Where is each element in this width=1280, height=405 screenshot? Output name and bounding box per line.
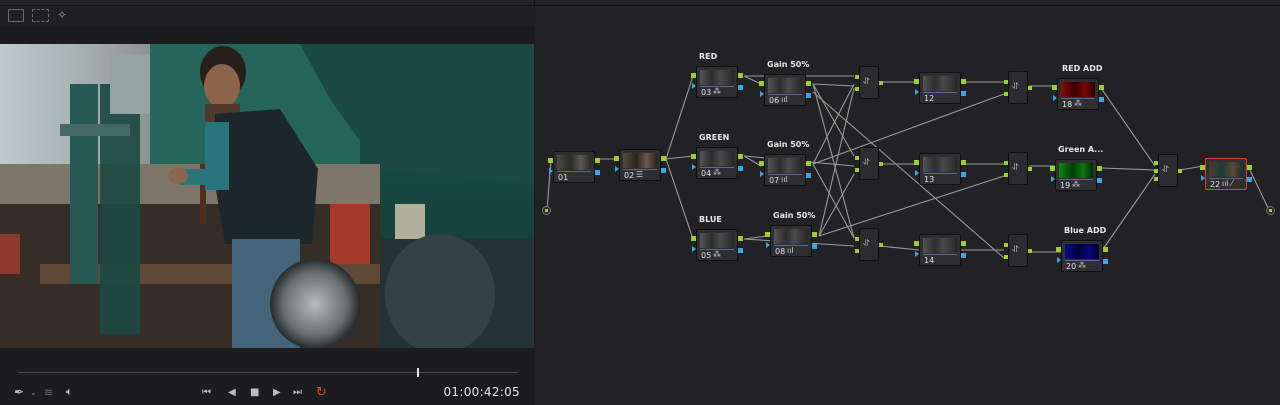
node-number: 20 <box>1066 262 1077 271</box>
stop-button[interactable]: ■ <box>250 383 259 401</box>
node-20-blue-add[interactable]: Blue ADD 20 ⁂ <box>1056 226 1108 272</box>
output-port[interactable] <box>1266 206 1275 215</box>
node-label: BLUE <box>699 215 722 224</box>
node-number: 18 <box>1062 100 1073 109</box>
node-label: Blue ADD <box>1064 226 1107 235</box>
magic-wand-icon[interactable]: ✧ <box>57 8 67 22</box>
node-graph-panel[interactable]: 01 02 ☰ RED 03 ⁂ GREEN 04 ⁂ BLUE 05 ⁂ Ga… <box>535 6 1280 405</box>
node-number: 01 <box>558 173 569 182</box>
node-number: 05 <box>701 251 712 260</box>
node-04-green[interactable]: GREEN 04 ⁂ <box>691 133 743 179</box>
mixer-node-green-add[interactable]: ⥯ <box>1004 152 1032 185</box>
node-number: 08 <box>775 247 786 256</box>
node-02[interactable]: 02 ☰ <box>614 149 666 181</box>
channel-mixer-icon: ⁂ <box>713 87 721 96</box>
node-number: 07 <box>769 176 780 185</box>
node-label: Gain 50% <box>773 211 816 220</box>
channel-mixer-icon: ⁂ <box>1078 261 1086 270</box>
mixer-node-green[interactable]: ⥯ <box>855 147 883 180</box>
last-frame-button[interactable]: ⏭ <box>293 383 302 401</box>
first-frame-button[interactable]: ⏮ <box>202 383 211 401</box>
video-frame <box>0 44 534 348</box>
video-image <box>0 44 534 348</box>
bars-icon: ııl <box>781 175 788 184</box>
node-label: Gain 50% <box>767 140 810 149</box>
node-07-gain[interactable]: Gain 50% 07 ııl <box>759 140 811 186</box>
channel-mixer-icon: ⁂ <box>713 250 721 259</box>
node-18-red-add[interactable]: RED ADD 18 ⁂ <box>1052 64 1104 110</box>
mixer-node-red-add[interactable]: ⥯ <box>1004 71 1032 104</box>
node-14[interactable]: 14 <box>914 234 966 266</box>
mixer-icon: ⥯ <box>863 158 870 168</box>
node-label: RED <box>699 52 718 61</box>
viewer-panel: ✧ ✒ ⌄ ≋ 🔈︎ ⏮ ◀ ■ ▶ ⏭ ↻ 01:00:42:05 <box>0 6 534 405</box>
source-input-port[interactable] <box>542 206 551 215</box>
node-connections <box>546 75 1270 259</box>
bars-icon: ııl <box>787 246 794 255</box>
list-icon: ☰ <box>636 170 644 179</box>
node-number: 03 <box>701 88 712 97</box>
timeline-scrubber[interactable] <box>0 356 534 377</box>
node-22-selected[interactable]: 22 ııl ⁄ <box>1200 158 1252 190</box>
node-number: 04 <box>701 169 712 178</box>
node-12[interactable]: 12 <box>914 72 966 104</box>
bars-curve-icon: ııl ⁄ <box>1222 179 1233 188</box>
node-label: Gain 50% <box>767 60 810 69</box>
channel-mixer-icon: ⁂ <box>713 168 721 177</box>
mixer-node-final[interactable]: ⥯ <box>1154 154 1182 187</box>
mixer-icon: ⥯ <box>863 77 870 87</box>
node-label: GREEN <box>699 133 730 142</box>
chevron-down-icon[interactable]: ⌄ <box>30 383 37 401</box>
play-button[interactable]: ▶ <box>273 383 281 401</box>
viewer-toolbar: ✧ <box>0 6 534 26</box>
node-08-gain[interactable]: Gain 50% 08 ııl <box>765 211 817 257</box>
mixer-icon: ⥯ <box>1012 245 1019 255</box>
channel-mixer-icon: ⁂ <box>1074 99 1082 108</box>
node-number: 13 <box>924 175 935 184</box>
color-picker-icon[interactable]: ✒ <box>14 383 24 401</box>
mixer-icon: ⥯ <box>1012 82 1019 92</box>
mixer-node-red[interactable]: ⥯ <box>855 66 883 99</box>
mixer-icon: ⥯ <box>1012 163 1019 173</box>
node-number: 02 <box>624 171 635 180</box>
node-number: 22 <box>1210 180 1221 189</box>
node-13[interactable]: 13 <box>914 153 966 185</box>
node-01[interactable]: 01 <box>548 151 600 183</box>
node-number: 19 <box>1060 181 1071 190</box>
viewer-grid-icon[interactable] <box>32 9 49 22</box>
mixer-icon: ⥯ <box>1162 165 1169 175</box>
node-number: 12 <box>924 94 935 103</box>
node-number: 06 <box>769 96 780 105</box>
mixer-node-blue-add[interactable]: ⥯ <box>1004 234 1032 267</box>
mixer-icon: ⥯ <box>863 239 870 249</box>
scrubber-track[interactable] <box>18 372 518 373</box>
speaker-icon[interactable]: 🔈︎ <box>66 383 73 401</box>
loop-button[interactable]: ↻ <box>316 383 327 401</box>
timecode-display: 01:00:42:05 <box>443 385 520 399</box>
node-number: 14 <box>924 256 935 265</box>
node-06-gain[interactable]: Gain 50% 06 ııl <box>759 60 811 106</box>
viewer-layout-icon[interactable] <box>8 9 24 22</box>
node-19-green-add[interactable]: Green A... 19 ⁂ <box>1050 145 1103 191</box>
bars-icon: ııl <box>781 95 788 104</box>
node-label: RED ADD <box>1062 64 1103 73</box>
reverse-play-button[interactable]: ◀ <box>228 383 236 401</box>
resolve-color-page: ✧ ✒ ⌄ ≋ 🔈︎ ⏮ ◀ ■ ▶ ⏭ ↻ 01:00:42:05 01 02… <box>0 0 1280 405</box>
node-03-red[interactable]: RED 03 ⁂ <box>691 52 743 98</box>
node-label: Green A... <box>1058 145 1104 154</box>
mixer-node-blue[interactable]: ⥯ <box>855 228 883 261</box>
node-05-blue[interactable]: BLUE 05 ⁂ <box>691 215 743 261</box>
channel-mixer-icon: ⁂ <box>1072 180 1080 189</box>
playhead[interactable] <box>417 368 419 377</box>
transport-controls: ✒ ⌄ ≋ 🔈︎ ⏮ ◀ ■ ▶ ⏭ ↻ 01:00:42:05 <box>0 380 534 405</box>
layers-icon[interactable]: ≋ <box>44 383 53 401</box>
